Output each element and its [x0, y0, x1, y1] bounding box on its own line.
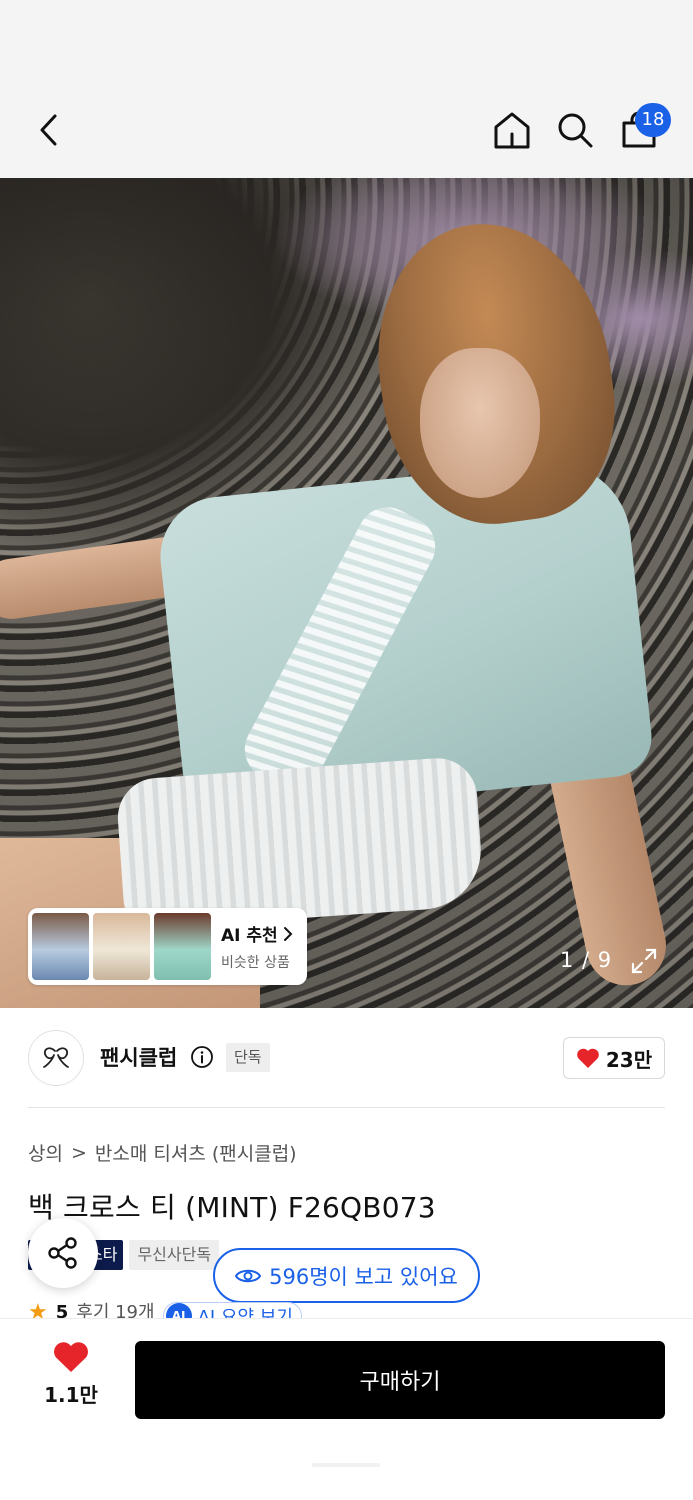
recommend-thumbnail[interactable] [32, 913, 89, 980]
info-icon[interactable] [190, 1045, 214, 1069]
tag-musinsa-exclusive: 무신사단독 [129, 1240, 220, 1270]
model-face [420, 348, 540, 498]
heart-icon [577, 1048, 599, 1068]
chevron-left-icon [40, 114, 57, 146]
ai-recommend-label: AI 추천 [221, 926, 278, 946]
white-shorts [115, 755, 485, 931]
viewers-text: 596명이 보고 있어요 [269, 1264, 458, 1289]
brand-like-button[interactable]: 23만 [563, 1037, 665, 1079]
search-button[interactable] [549, 104, 601, 156]
breadcrumb-separator: > [70, 1141, 87, 1164]
breadcrumb: 상의 > 반소매 티셔츠 (팬시클럽) [28, 1139, 297, 1166]
share-icon [48, 1237, 77, 1269]
eye-icon [235, 1269, 262, 1282]
breadcrumb-category[interactable]: 상의 [28, 1139, 63, 1166]
image-page-indicator: 1 / 9 [560, 948, 613, 972]
wishlist-button[interactable]: 1.1만 [28, 1341, 114, 1421]
recommend-thumbnail[interactable] [93, 913, 150, 980]
recommend-thumbnail[interactable] [154, 913, 211, 980]
back-button[interactable] [24, 104, 76, 156]
expand-icon[interactable] [630, 947, 658, 975]
product-page: 18 AI 추천 비슷한 상품 1 / 9 팬시클럽 단독 23만 상의 > 반… [0, 0, 693, 1500]
brand-logo[interactable] [28, 1030, 84, 1086]
brand-like-count: 23만 [605, 1047, 653, 1072]
home-icon [494, 112, 530, 149]
share-button[interactable] [28, 1218, 98, 1288]
buy-button[interactable]: 구매하기 [135, 1341, 665, 1419]
home-indicator [312, 1463, 380, 1467]
exclusive-badge: 단독 [226, 1043, 270, 1072]
viewers-pill: 596명이 보고 있어요 [213, 1248, 480, 1303]
fancy-club-logo-icon [43, 1047, 69, 1068]
ai-recommend-card[interactable]: AI 추천 비슷한 상품 [28, 908, 307, 985]
breadcrumb-subcategory[interactable]: 반소매 티셔츠 (팬시클럽) [95, 1139, 297, 1166]
divider [28, 1107, 665, 1108]
product-title: 백 크로스 티 (MINT) F26QB073 [28, 1191, 436, 1224]
ai-recommend-sub: 비슷한 상품 [221, 955, 290, 971]
product-image[interactable] [0, 178, 693, 1008]
top-bar: 18 [0, 0, 693, 178]
wishlist-count: 1.1만 [44, 1383, 98, 1407]
home-button[interactable] [486, 104, 538, 156]
bottom-action-bar: 1.1만 구매하기 [0, 1318, 693, 1500]
brand-row: 팬시클럽 단독 23만 [28, 1030, 665, 1086]
brand-name[interactable]: 팬시클럽 [100, 1042, 177, 1072]
cart-count-badge: 18 [635, 103, 671, 137]
chevron-right-icon [283, 926, 293, 941]
heart-icon [54, 1342, 88, 1372]
search-icon [558, 113, 593, 148]
